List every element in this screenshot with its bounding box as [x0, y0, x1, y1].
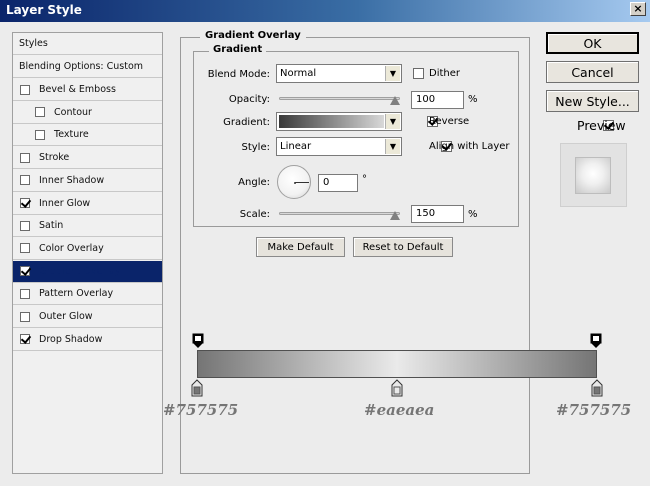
style-item-label: Contour	[54, 106, 92, 118]
style-item-checkbox[interactable]	[35, 129, 45, 140]
style-value: Linear	[280, 141, 312, 152]
style-item-pattern-overlay[interactable]: Pattern Overlay	[13, 283, 162, 306]
angle-label: Angle:	[238, 177, 270, 188]
style-item-color-overlay[interactable]: Color Overlay	[13, 238, 162, 260]
style-item-checkbox[interactable]	[20, 311, 30, 322]
scale-label: Scale:	[239, 209, 270, 220]
gradient-section-title: Gradient	[209, 44, 267, 55]
style-item-drop-shadow[interactable]: Drop Shadow	[13, 329, 162, 351]
style-item-label: Outer Glow	[39, 311, 93, 322]
style-item-contour[interactable]: Contour	[13, 102, 162, 124]
style-item-checkbox[interactable]	[20, 84, 30, 95]
blend-mode-label: Blend Mode:	[207, 69, 270, 80]
opacity-input[interactable]: 100	[411, 91, 464, 109]
color-stop-marker[interactable]	[391, 379, 403, 397]
style-item-label: Satin	[39, 220, 64, 232]
style-item-bevel-emboss[interactable]: Bevel & Emboss	[13, 79, 162, 101]
style-item-checkbox[interactable]	[20, 198, 30, 208]
style-item-checkbox[interactable]	[20, 288, 30, 299]
reset-to-default-button[interactable]: Reset to Default	[353, 237, 453, 257]
styles-header-label: Styles	[19, 38, 48, 49]
preview-label: Preview	[577, 118, 626, 133]
opacity-stop-left[interactable]	[192, 333, 204, 349]
style-item-label: Texture	[54, 129, 89, 141]
opacity-slider[interactable]	[279, 97, 400, 100]
gradient-picker[interactable]: ▼	[276, 112, 402, 131]
blend-mode-value: Normal	[280, 68, 317, 79]
cancel-button[interactable]: Cancel	[546, 61, 639, 83]
dither-checkbox[interactable]	[413, 68, 424, 79]
reverse-label: Reverse	[429, 116, 470, 127]
blending-options-label: Blending Options: Custom	[19, 61, 144, 72]
angle-dial-icon[interactable]	[277, 165, 311, 199]
style-item-label: Stroke	[39, 152, 70, 164]
gradient-preview-swatch	[279, 115, 384, 128]
style-item-label: Drop Shadow	[39, 333, 103, 345]
style-item-checkbox[interactable]	[20, 220, 30, 231]
new-style-button[interactable]: New Style...	[546, 90, 639, 112]
opacity-stop-right[interactable]	[590, 333, 602, 349]
style-item-checkbox[interactable]	[20, 175, 30, 186]
window-title: Layer Style	[6, 3, 82, 17]
style-select[interactable]: Linear ▼	[276, 137, 402, 156]
style-item-gradient-overlay[interactable]: Gradient Overlay	[13, 260, 162, 283]
ok-button[interactable]: OK	[546, 32, 639, 54]
make-default-button[interactable]: Make Default	[256, 237, 345, 257]
style-item-label: Color Overlay	[39, 242, 104, 254]
style-item-inner-glow[interactable]: Inner Glow	[13, 193, 162, 215]
gradient-overlay-title: Gradient Overlay	[200, 30, 306, 41]
style-item-checkbox[interactable]	[20, 243, 30, 254]
style-item-checkbox[interactable]	[35, 107, 45, 118]
chevron-down-icon: ▼	[385, 66, 400, 81]
close-button[interactable]: ×	[630, 2, 646, 16]
styles-header[interactable]: Styles	[13, 33, 162, 55]
style-item-checkbox[interactable]	[20, 152, 30, 163]
opacity-label: Opacity:	[228, 94, 270, 105]
blend-mode-select[interactable]: Normal ▼	[276, 64, 402, 83]
gradient-label: Gradient:	[223, 117, 270, 128]
color-stop-hex-label: #eaeaea	[364, 401, 435, 419]
style-item-checkbox[interactable]	[20, 266, 30, 277]
dither-label: Dither	[429, 68, 461, 79]
style-item-label: Inner Glow	[39, 197, 91, 209]
style-item-satin[interactable]: Satin	[13, 215, 162, 238]
chevron-down-icon: ▼	[385, 114, 400, 129]
style-item-texture[interactable]: Texture	[13, 124, 162, 147]
preview-swatch	[575, 157, 611, 194]
style-item-inner-shadow[interactable]: Inner Shadow	[13, 170, 162, 192]
style-item-stroke[interactable]: Stroke	[13, 147, 162, 170]
styles-list: Styles Blending Options: Custom Bevel & …	[12, 32, 163, 474]
style-item-label: Inner Shadow	[39, 174, 105, 186]
gradient-bar[interactable]	[197, 350, 597, 378]
scale-slider-thumb[interactable]	[390, 211, 400, 220]
chevron-down-icon: ▼	[385, 139, 400, 154]
color-stop-hex-label: #757575	[163, 401, 239, 419]
angle-input[interactable]: 0	[318, 174, 358, 192]
style-item-label: Bevel & Emboss	[39, 84, 116, 95]
color-stop-marker[interactable]	[591, 379, 603, 397]
align-with-layer-label: Align with Layer	[429, 141, 510, 152]
style-item-label: Gradient Overlay	[39, 265, 121, 277]
title-bar	[0, 0, 650, 22]
color-stop-marker[interactable]	[191, 379, 203, 397]
scale-slider[interactable]	[279, 212, 400, 215]
scale-unit: %	[468, 209, 478, 220]
style-label: Style:	[241, 142, 271, 153]
color-stop-hex-label: #757575	[556, 401, 632, 419]
angle-unit: °	[362, 174, 367, 185]
style-item-label: Pattern Overlay	[39, 288, 114, 300]
scale-input[interactable]: 150	[411, 205, 464, 223]
style-item-checkbox[interactable]	[20, 334, 30, 345]
blending-options-item[interactable]: Blending Options: Custom	[13, 56, 162, 78]
style-item-outer-glow[interactable]: Outer Glow	[13, 306, 162, 328]
opacity-unit: %	[468, 94, 478, 105]
opacity-slider-thumb[interactable]	[390, 96, 400, 105]
